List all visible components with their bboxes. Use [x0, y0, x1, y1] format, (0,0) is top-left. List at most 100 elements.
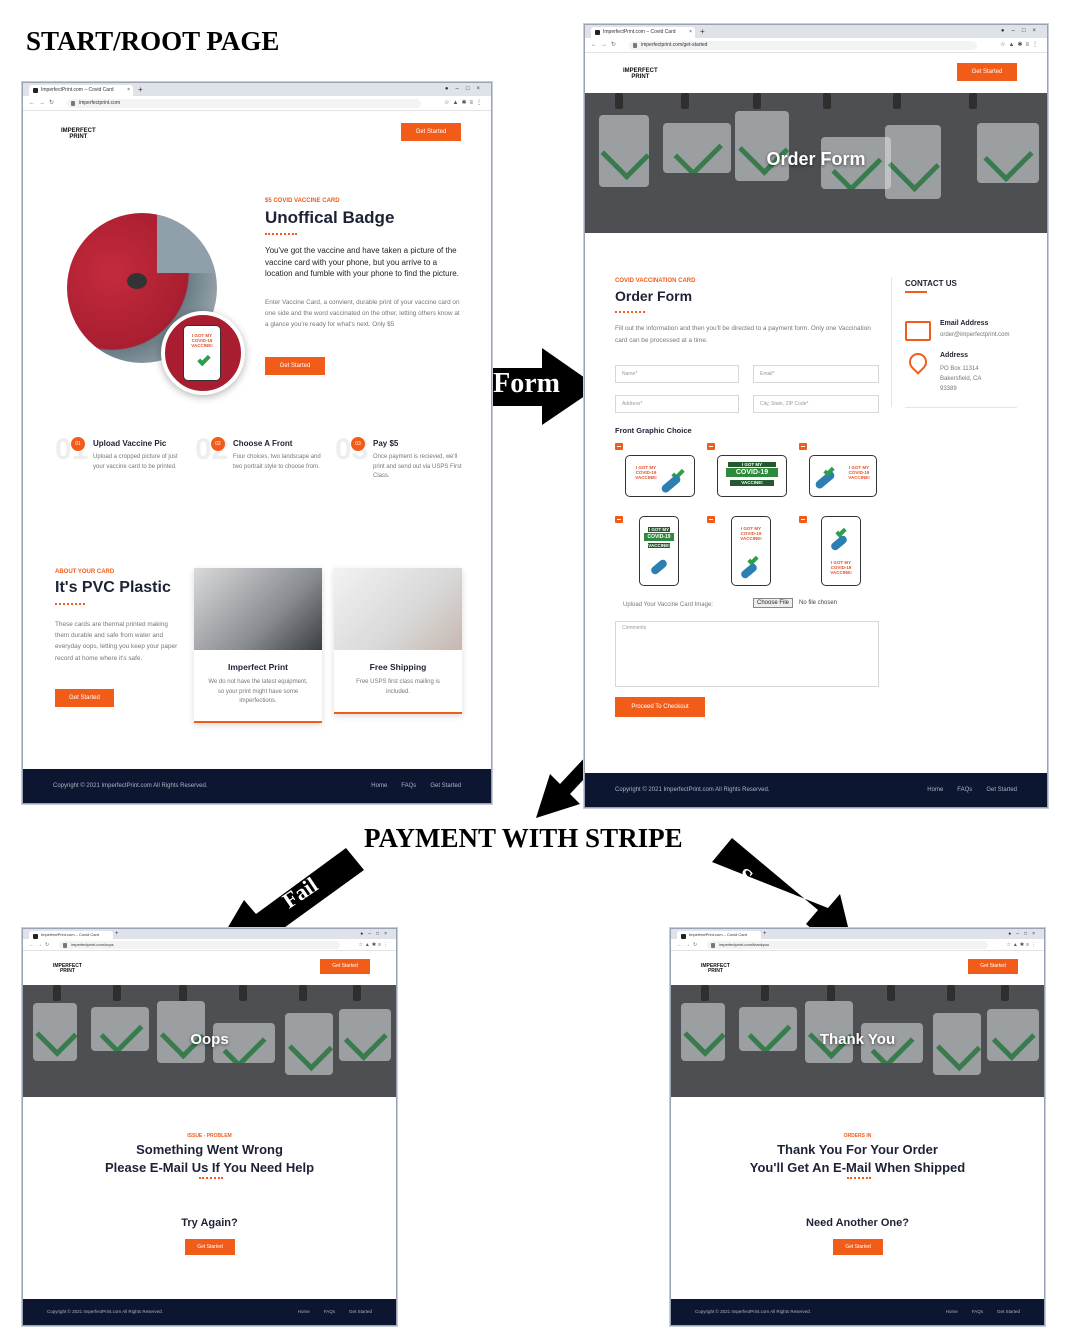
- footer-link-faqs[interactable]: FAQs: [972, 1309, 983, 1314]
- no-file-text: No file chosen: [799, 600, 838, 606]
- city-state-zip-input[interactable]: [753, 395, 879, 413]
- extensions-icon[interactable]: ☆▲✱≡⋮: [1000, 38, 1041, 53]
- proceed-to-checkout-button[interactable]: Proceed To Checkout: [615, 697, 705, 717]
- footer-link-home[interactable]: Home: [371, 783, 387, 789]
- site-logo[interactable]: IMPERFECT PRINT: [701, 964, 730, 974]
- email-value[interactable]: order@imperfectprint.com: [940, 332, 1009, 338]
- front-graphic-label: Front Graphic Choice: [615, 426, 692, 435]
- graphic-choice-6[interactable]: I GOT MY COVID-19 VACCINE!: [807, 514, 879, 588]
- address-label: Address: [940, 352, 969, 359]
- footer-link-home[interactable]: Home: [946, 1309, 958, 1314]
- site-footer: Copyright © 2021 ImperfectPrint.com All …: [585, 773, 1047, 807]
- new-tab-icon[interactable]: +: [700, 25, 705, 38]
- remove-icon[interactable]: [707, 516, 715, 523]
- hero-badge-zoom: I GOT MY COVID-19 VACCINE!: [161, 311, 245, 395]
- location-pin-icon: [905, 349, 931, 375]
- footer-link-faqs[interactable]: FAQs: [957, 787, 972, 793]
- address-bar[interactable]: imperfectprint.com/thankyou: [707, 941, 988, 949]
- step-text: Upload a cropped picture of just your va…: [93, 454, 178, 470]
- start-root-label: START/ROOT PAGE: [26, 26, 280, 56]
- header-get-started-button[interactable]: Get Started: [320, 959, 370, 974]
- name-input[interactable]: [615, 365, 739, 383]
- new-tab-icon[interactable]: +: [138, 83, 143, 96]
- site-footer: Copyright © 2021 ImperfectPrint.com All …: [671, 1299, 1044, 1325]
- footer-link-get-started[interactable]: Get Started: [997, 1309, 1020, 1314]
- address-bar[interactable]: imperfectprint.com: [67, 99, 421, 108]
- hero-title: Thank You: [819, 1031, 896, 1048]
- footer-link-get-started[interactable]: Get Started: [430, 783, 461, 789]
- address-value: PO Box 11314 Bakersfield, CA 93389: [940, 366, 982, 393]
- footer-link-get-started[interactable]: Get Started: [349, 1309, 372, 1314]
- site-logo[interactable]: IMPERFECT PRINT: [623, 68, 658, 80]
- oops-get-started-button[interactable]: Get Started: [185, 1239, 235, 1255]
- browser-tab[interactable]: ImperfectPrint.com – Covid Card: [677, 931, 761, 939]
- address-bar[interactable]: imperfectprint.com/oops: [59, 941, 340, 949]
- graphic-choice-5[interactable]: I GOT MY COVID-19 VACCINE!: [715, 514, 793, 588]
- window-controls[interactable]: ●–□×: [1001, 25, 1043, 38]
- printer-image: [194, 568, 322, 650]
- remove-icon[interactable]: [615, 443, 623, 450]
- browser-tab[interactable]: ImperfectPrint.com – Covid Card ×: [591, 27, 695, 38]
- comments-textarea[interactable]: [615, 621, 879, 687]
- address-input[interactable]: [615, 395, 739, 413]
- thanks-get-started-button[interactable]: Get Started: [833, 1239, 883, 1255]
- footer-link-home[interactable]: Home: [927, 787, 943, 793]
- thanks-message: Thank You For Your Order You'll Get An E-…: [749, 1142, 966, 1175]
- shipping-image: [334, 568, 462, 650]
- graphic-choice-3[interactable]: I GOT MY COVID-19 VACCINE!: [807, 441, 879, 499]
- choose-file-button[interactable]: Choose File: [753, 598, 794, 608]
- oops-page-window: ImperfectPrint.com – Covid Card + ●–□× ←→↻…: [22, 928, 397, 1326]
- extensions-icon[interactable]: ☆▲✱≡⋮: [444, 96, 485, 111]
- hero-title: Unoffical Badge: [265, 208, 395, 227]
- graphic-choice-4[interactable]: I GOT MY COVID-19 VACCINE!: [623, 514, 701, 588]
- remove-icon[interactable]: [615, 516, 623, 523]
- header-get-started-button[interactable]: Get Started: [968, 959, 1018, 974]
- email-input[interactable]: [753, 365, 879, 383]
- step-title: Pay $5: [373, 439, 399, 448]
- site-footer: Copyright © 2021 ImperfectPrint.com All …: [23, 1299, 396, 1325]
- about-get-started-button[interactable]: Get Started: [55, 689, 114, 707]
- feature-card-imperfect-print: Imperfect Print We do not have the lates…: [194, 568, 322, 723]
- step-number-badge: 03: [351, 437, 365, 451]
- step-number-badge: 02: [211, 437, 225, 451]
- hero-body: Enter Vaccine Card, a convient, durable …: [265, 299, 460, 329]
- hero-get-started-button[interactable]: Get Started: [265, 357, 325, 375]
- oops-eyebrow: ISSUE - PROBLEM: [187, 1133, 232, 1139]
- remove-icon[interactable]: [799, 443, 807, 450]
- nav-arrows-icon[interactable]: ←→↻: [591, 38, 620, 53]
- nav-arrows-icon[interactable]: ←→↻: [29, 96, 58, 111]
- site-header: IMPERFECT PRINT Get Started: [23, 951, 396, 985]
- order-page-window: ImperfectPrint.com – Covid Card × + ●–□× ←→…: [584, 24, 1048, 808]
- browser-tab[interactable]: ImperfectPrint.com – Covid Card: [29, 931, 113, 939]
- thanks-hero: Thank You: [671, 985, 1044, 1097]
- graphic-choice-1[interactable]: I GOT MY COVID-19 VACCINE!: [623, 441, 701, 499]
- feature-text: We do not have the latest equipment, so …: [208, 679, 308, 705]
- hero-title: Order Form: [766, 149, 866, 169]
- about-eyebrow: ABOUT YOUR CARD: [55, 569, 115, 575]
- thanks-eyebrow: ORDERS IN: [843, 1133, 872, 1139]
- step-title: Upload Vaccine Pic: [93, 439, 167, 448]
- site-logo[interactable]: IMPERFECT PRINT: [61, 128, 96, 140]
- footer-link-get-started[interactable]: Get Started: [986, 787, 1017, 793]
- address-bar[interactable]: imperfectprint.com/get-started: [629, 41, 977, 50]
- hero-eyebrow: $5 COVID VACCINE CARD: [265, 198, 340, 204]
- footer-link-home[interactable]: Home: [298, 1309, 310, 1314]
- header-get-started-button[interactable]: Get Started: [957, 63, 1017, 81]
- remove-icon[interactable]: [707, 443, 715, 450]
- oops-message: Something Went Wrong Please E-Mail Us If …: [104, 1142, 315, 1175]
- form-squiggle: [615, 309, 645, 313]
- remove-icon[interactable]: [799, 516, 807, 523]
- window-controls[interactable]: ●–□×: [445, 83, 487, 96]
- graphic-choice-2[interactable]: I GOT MY COVID-19 VACCINE!: [715, 441, 793, 499]
- email-label: Email Address: [940, 320, 989, 327]
- footer-link-faqs[interactable]: FAQs: [324, 1309, 335, 1314]
- site-logo[interactable]: IMPERFECT PRINT: [53, 964, 82, 974]
- footer-link-faqs[interactable]: FAQs: [401, 783, 416, 789]
- step-2: 02 02 Choose A Front Four choices, two l…: [195, 433, 335, 493]
- feature-text: Free USPS first class mailing is include…: [356, 679, 440, 695]
- about-title: It's PVC Plastic: [55, 579, 171, 596]
- browser-tab[interactable]: ImperfectPrint.com – Covid Card ×: [29, 85, 133, 96]
- header-get-started-button[interactable]: Get Started: [401, 123, 461, 141]
- form-intro: Fill out the information and then you'll…: [615, 325, 871, 344]
- payment-stripe-label: PAYMENT WITH STRIPE: [364, 823, 683, 853]
